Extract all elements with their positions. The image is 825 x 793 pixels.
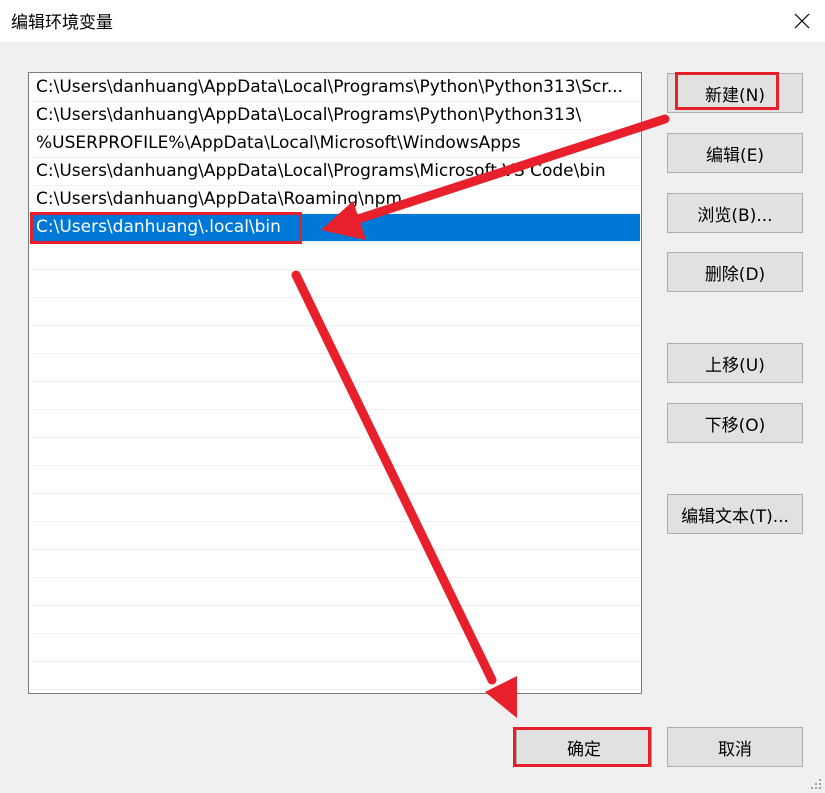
list-item-empty[interactable] bbox=[30, 606, 640, 634]
resize-grip-icon[interactable] bbox=[810, 778, 822, 790]
list-item[interactable]: C:\Users\danhuang\AppData\Local\Programs… bbox=[30, 102, 640, 130]
browse-button[interactable]: 浏览(B)... bbox=[667, 193, 803, 233]
list-item-empty[interactable] bbox=[30, 326, 640, 354]
list-item-empty[interactable] bbox=[30, 662, 640, 690]
edit-text-button[interactable]: 编辑文本(T)... bbox=[667, 494, 803, 534]
list-item-empty[interactable] bbox=[30, 410, 640, 438]
list-item[interactable]: C:\Users\danhuang\AppData\Local\Programs… bbox=[30, 158, 640, 186]
title-bar: 编辑环境变量 bbox=[0, 0, 825, 42]
list-item-empty[interactable] bbox=[30, 382, 640, 410]
list-item-empty[interactable] bbox=[30, 438, 640, 466]
list-item-empty[interactable] bbox=[30, 242, 640, 270]
close-icon bbox=[794, 13, 810, 29]
window-title: 编辑环境变量 bbox=[11, 13, 113, 33]
move-down-button[interactable]: 下移(O) bbox=[667, 403, 803, 443]
list-item-empty[interactable] bbox=[30, 354, 640, 382]
list-item-empty[interactable] bbox=[30, 494, 640, 522]
ok-button[interactable]: 确定 bbox=[516, 727, 652, 767]
new-button[interactable]: 新建(N) bbox=[667, 73, 803, 113]
move-up-button[interactable]: 上移(U) bbox=[667, 343, 803, 383]
list-item-empty[interactable] bbox=[30, 550, 640, 578]
list-item-empty[interactable] bbox=[30, 298, 640, 326]
env-var-list[interactable]: C:\Users\danhuang\AppData\Local\Programs… bbox=[28, 72, 642, 694]
list-item-empty[interactable] bbox=[30, 522, 640, 550]
list-item-empty[interactable] bbox=[30, 466, 640, 494]
cancel-button[interactable]: 取消 bbox=[667, 727, 803, 767]
list-item[interactable]: C:\Users\danhuang\AppData\Local\Programs… bbox=[30, 74, 640, 102]
close-button[interactable] bbox=[779, 0, 825, 42]
list-item[interactable]: C:\Users\danhuang\AppData\Roaming\npm bbox=[30, 186, 640, 214]
list-item-empty[interactable] bbox=[30, 634, 640, 662]
list-item[interactable]: %USERPROFILE%\AppData\Local\Microsoft\Wi… bbox=[30, 130, 640, 158]
list-item-empty[interactable] bbox=[30, 270, 640, 298]
edit-button[interactable]: 编辑(E) bbox=[667, 133, 803, 173]
list-item-selected[interactable]: C:\Users\danhuang\.local\bin bbox=[30, 214, 640, 242]
delete-button[interactable]: 删除(D) bbox=[667, 252, 803, 292]
list-item-empty[interactable] bbox=[30, 578, 640, 606]
